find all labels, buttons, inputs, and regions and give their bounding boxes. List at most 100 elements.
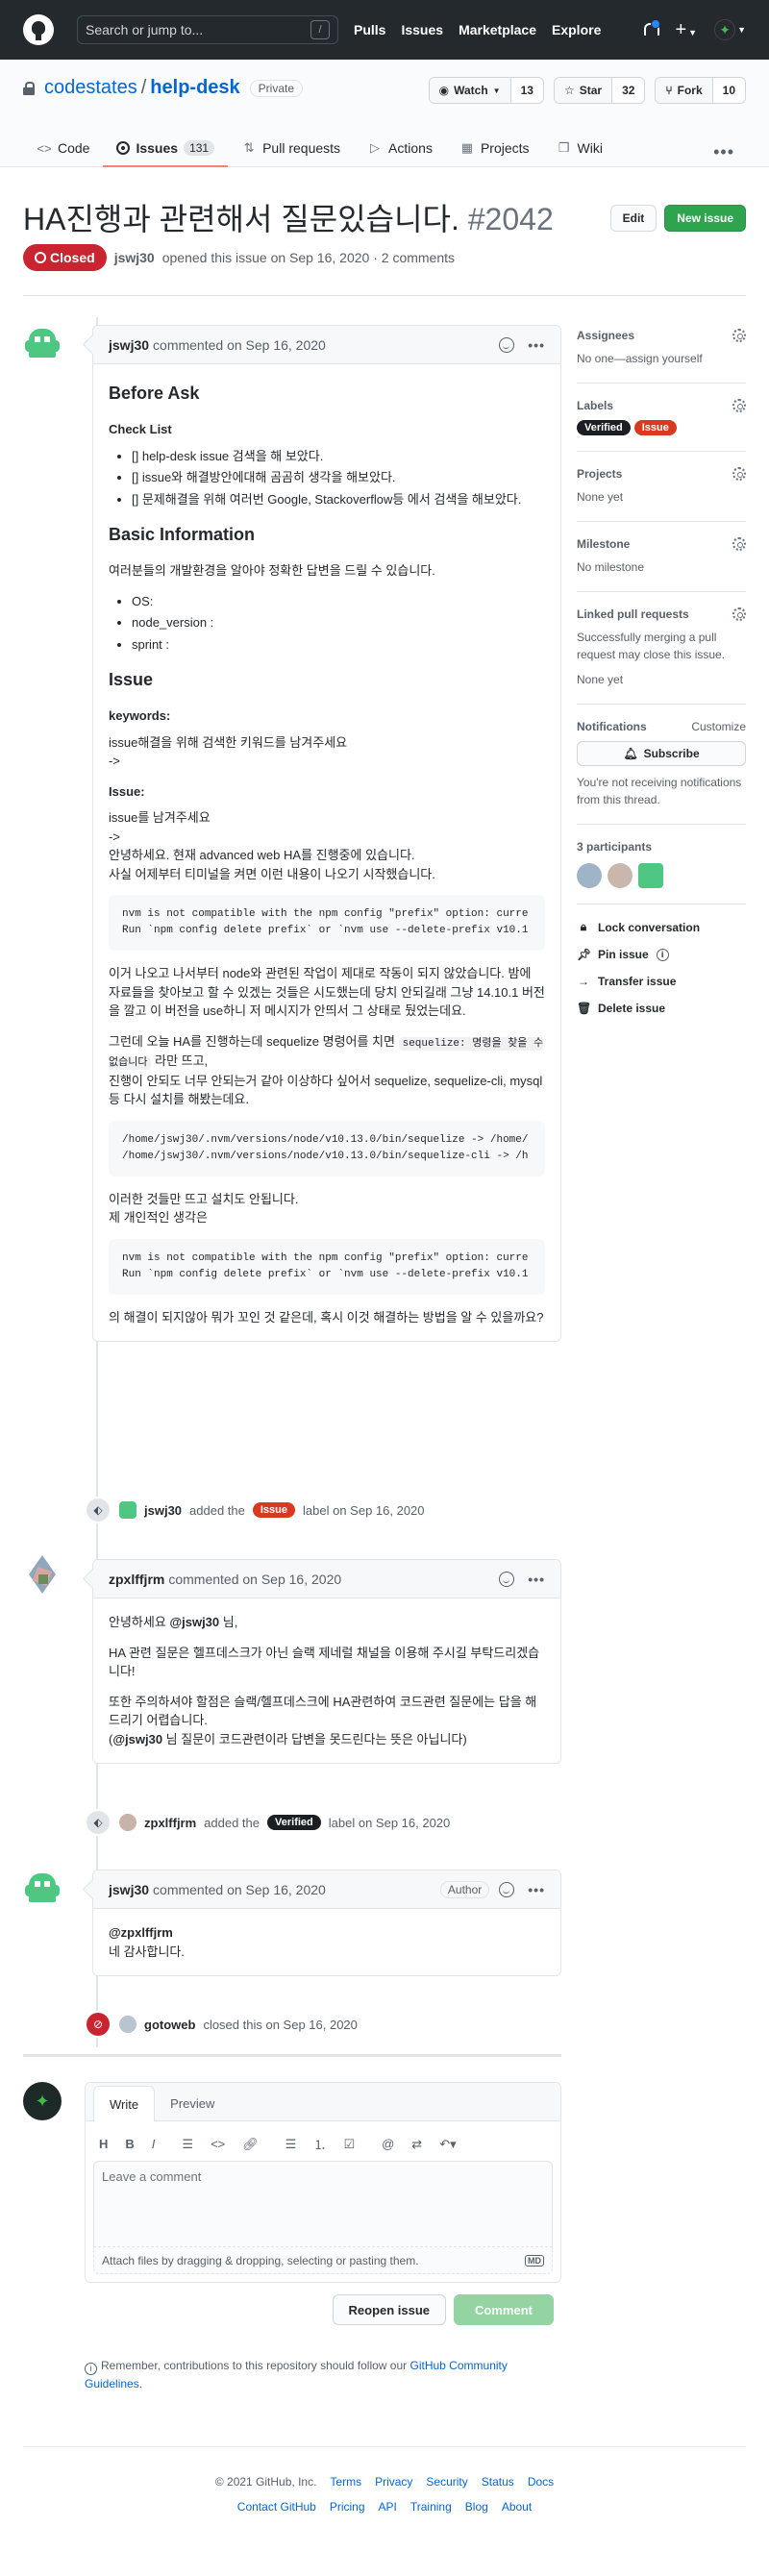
italic-icon[interactable]: I	[152, 2137, 156, 2151]
link-icon[interactable]: 🔗︎	[242, 2137, 259, 2152]
markdown-icon[interactable]: MD	[525, 2254, 544, 2266]
reply-icon[interactable]: ↶▾	[439, 2137, 456, 2152]
user-menu[interactable]: ✦ ▼	[714, 19, 746, 40]
gear-icon[interactable]	[732, 467, 746, 481]
cross-reference-icon[interactable]: ⇄	[411, 2137, 422, 2152]
heading-icon[interactable]: H	[99, 2137, 108, 2151]
footer-link-docs[interactable]: Docs	[528, 2475, 554, 2489]
attach-files-area[interactable]: Attach files by dragging & dropping, sel…	[93, 2247, 553, 2274]
gear-icon[interactable]	[732, 399, 746, 412]
current-user-avatar[interactable]: ✦	[23, 2082, 62, 2120]
tab-issues[interactable]: Issues 131	[103, 131, 229, 167]
tab-code[interactable]: <> Code	[23, 131, 103, 167]
user-mention[interactable]: @zpxlffjrm	[109, 1925, 173, 1940]
comment-time[interactable]: commented on Sep 16, 2020	[153, 1882, 326, 1897]
user-mention[interactable]: @jswj30	[169, 1615, 219, 1629]
footer-link-training[interactable]: Training	[410, 2500, 452, 2514]
info-icon[interactable]: i	[656, 948, 669, 961]
bullet-list-icon[interactable]: ☰	[285, 2137, 297, 2152]
event-user[interactable]: jswj30	[144, 1503, 182, 1518]
search-input[interactable]: Search or jump to... /	[77, 15, 338, 44]
comment-textarea[interactable]: Leave a comment	[93, 2161, 553, 2247]
participant-avatar[interactable]	[577, 863, 602, 888]
fork-count[interactable]: 10	[712, 78, 745, 103]
label-verified[interactable]: Verified	[577, 420, 631, 435]
star-count[interactable]: 32	[612, 78, 645, 103]
tab-wiki[interactable]: ❒ Wiki	[543, 131, 616, 167]
mention-icon[interactable]: @	[382, 2137, 394, 2151]
transfer-issue-button[interactable]: → Transfer issue	[577, 975, 746, 988]
fork-button[interactable]: ⑂ Fork 10	[655, 77, 746, 104]
comment-time[interactable]: commented on Sep 16, 2020	[168, 1572, 341, 1587]
customize-link[interactable]: Customize	[691, 720, 746, 733]
bold-icon[interactable]: B	[125, 2137, 134, 2151]
notification-bell-icon[interactable]	[642, 19, 661, 37]
star-button[interactable]: ☆ Star 32	[553, 77, 646, 104]
comment-button[interactable]: Comment	[454, 2294, 554, 2325]
gear-icon[interactable]	[732, 537, 746, 551]
footer-link-contact[interactable]: Contact GitHub	[237, 2500, 316, 2514]
reopen-issue-button[interactable]: Reopen issue	[332, 2294, 447, 2325]
tab-pull-requests[interactable]: ⇅ Pull requests	[228, 131, 354, 167]
numbered-list-icon[interactable]: ⒈	[313, 2135, 326, 2153]
reaction-smiley-icon[interactable]	[499, 1881, 515, 1897]
gear-icon[interactable]	[732, 329, 746, 342]
comment-menu-icon[interactable]: •••	[528, 1572, 545, 1587]
subscribe-button[interactable]: 🔔︎ Subscribe	[577, 741, 746, 766]
label-issue[interactable]: Issue	[633, 420, 677, 435]
code-icon[interactable]: <>	[211, 2137, 225, 2151]
event-user[interactable]: gotoweb	[144, 2018, 195, 2032]
reaction-smiley-icon[interactable]	[499, 1571, 515, 1587]
footer-link-status[interactable]: Status	[482, 2475, 514, 2489]
more-tabs-icon[interactable]: •••	[713, 142, 734, 162]
footer-link-security[interactable]: Security	[426, 2475, 467, 2489]
pin-issue-button[interactable]: 📌︎ Pin issue i	[577, 948, 746, 961]
participant-avatar[interactable]	[638, 863, 663, 888]
tab-actions[interactable]: ▷ Actions	[354, 131, 446, 167]
issue-author-link[interactable]: jswj30	[114, 250, 155, 265]
label-badge[interactable]: Verified	[267, 1815, 321, 1830]
footer-link-terms[interactable]: Terms	[330, 2475, 361, 2489]
comment-author[interactable]: jswj30	[109, 1882, 149, 1897]
edit-button[interactable]: Edit	[609, 205, 657, 232]
participant-avatar[interactable]	[608, 863, 633, 888]
watch-count[interactable]: 13	[510, 78, 543, 103]
quote-icon[interactable]: ☰	[182, 2137, 193, 2152]
nav-pulls[interactable]: Pulls	[354, 22, 385, 37]
avatar[interactable]	[23, 1555, 62, 1596]
comment-menu-icon[interactable]: •••	[528, 337, 545, 353]
avatar[interactable]	[119, 1501, 136, 1519]
comment-author[interactable]: zpxlffjrm	[109, 1572, 164, 1587]
reaction-smiley-icon[interactable]	[499, 336, 515, 353]
delete-issue-button[interactable]: 🗑︎ Delete issue	[577, 1002, 746, 1015]
gear-icon[interactable]	[732, 607, 746, 621]
assignees-value[interactable]: No one—assign yourself	[577, 350, 746, 367]
tab-preview[interactable]: Preview	[155, 2086, 230, 2120]
avatar[interactable]	[23, 325, 62, 363]
footer-link-blog[interactable]: Blog	[465, 2500, 488, 2514]
avatar[interactable]	[119, 1814, 136, 1831]
footer-link-about[interactable]: About	[502, 2500, 532, 2514]
footer-link-privacy[interactable]: Privacy	[375, 2475, 412, 2489]
comment-author[interactable]: jswj30	[109, 337, 149, 353]
create-new-menu[interactable]: + ▼	[675, 20, 697, 39]
comment-time[interactable]: commented on Sep 16, 2020	[153, 337, 326, 353]
label-badge[interactable]: Issue	[252, 1502, 296, 1518]
nav-issues[interactable]: Issues	[401, 22, 443, 37]
footer-link-api[interactable]: API	[379, 2500, 397, 2514]
lock-conversation-button[interactable]: 🔒︎ Lock conversation	[577, 920, 746, 934]
nav-explore[interactable]: Explore	[552, 22, 601, 37]
task-list-icon[interactable]: ☑	[343, 2137, 355, 2152]
event-user[interactable]: zpxlffjrm	[144, 1816, 196, 1830]
user-mention[interactable]: @jswj30	[112, 1732, 162, 1746]
comment-menu-icon[interactable]: •••	[528, 1882, 545, 1897]
repo-owner-link[interactable]: codestates	[44, 77, 137, 99]
footer-link-pricing[interactable]: Pricing	[330, 2500, 365, 2514]
nav-marketplace[interactable]: Marketplace	[459, 22, 536, 37]
tab-write[interactable]: Write	[93, 2086, 156, 2121]
github-logo-icon[interactable]	[23, 14, 54, 45]
new-issue-button[interactable]: New issue	[664, 205, 746, 232]
repo-name-link[interactable]: help-desk	[150, 77, 239, 99]
watch-button[interactable]: ◉ Watch ▼ 13	[428, 77, 544, 104]
avatar[interactable]	[23, 1870, 62, 1908]
